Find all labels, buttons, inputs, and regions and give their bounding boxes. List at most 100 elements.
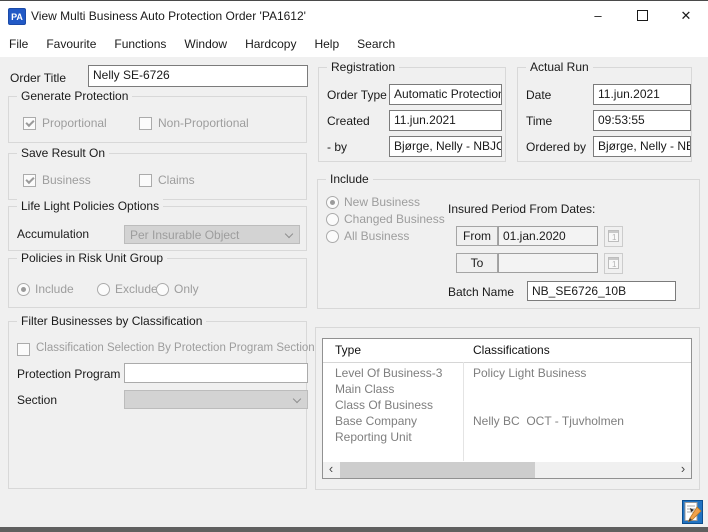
cell-classification [463,429,691,445]
classification-selection-checkbox[interactable] [17,343,30,356]
maximize-button[interactable] [620,1,664,32]
edit-note-button[interactable] [682,500,703,524]
proportional-checkbox[interactable] [23,117,36,130]
menu-item-help[interactable]: Help [305,32,348,57]
order-title-field[interactable]: Nelly SE-6726 [88,65,308,87]
actual-run-group: Actual Run Date 11.jun.2021 Time 09:53:5… [517,67,692,162]
batch-name-label: Batch Name [448,285,514,299]
only-label: Only [174,282,199,296]
section-label: Section [17,393,57,407]
include-label: Include [35,282,74,296]
cell-type: Reporting Unit [323,429,463,445]
accumulation-label: Accumulation [17,227,89,241]
horizontal-scrollbar[interactable]: ‹ › [323,462,691,478]
maximize-icon [637,10,648,21]
column-header-classifications[interactable]: Classifications [463,339,691,362]
claims-checkbox[interactable] [139,174,152,187]
include-group: Include New Business Changed Business Al… [317,179,700,309]
time-field[interactable]: 09:53:55 [593,110,691,131]
scroll-right-icon[interactable]: › [675,462,691,478]
all-business-label: All Business [344,229,409,243]
cell-type: Main Class [323,381,463,397]
business-checkbox[interactable] [23,174,36,187]
calendar-icon [608,257,619,269]
registration-group: Registration Order Type Automatic Protec… [318,67,506,162]
changed-business-radio[interactable] [326,213,339,226]
registration-title: Registration [327,60,399,74]
new-business-radio[interactable] [326,196,339,209]
risk-unit-group: Policies in Risk Unit Group Include Excl… [8,258,307,308]
include-radio[interactable] [17,283,30,296]
classification-selection-label: Classification Selection By Protection P… [36,342,315,354]
cell-classification: Policy Light Business [463,365,691,381]
to-calendar-button[interactable] [604,253,623,274]
insured-period-label: Insured Period From Dates: [448,202,595,216]
life-light-options-title: Life Light Policies Options [17,199,163,213]
section-dropdown[interactable] [124,390,308,409]
protection-program-field[interactable] [124,363,308,383]
order-type-field[interactable]: Automatic Protection [389,84,502,105]
non-proportional-label: Non-Proportional [158,116,249,130]
life-light-options-group: Life Light Policies Options Accumulation… [8,206,307,251]
created-field[interactable]: 11.jun.2021 [389,110,502,131]
menu-item-file[interactable]: File [0,32,37,57]
save-result-on-title: Save Result On [17,146,109,160]
cell-type: Base Company [323,413,463,429]
all-business-radio[interactable] [326,230,339,243]
table-row[interactable]: Level Of Business-3 Policy Light Busines… [323,365,691,381]
table-row[interactable]: Class Of Business [323,397,691,413]
title-bar[interactable]: PA View Multi Business Auto Protection O… [0,1,708,32]
from-date-field[interactable]: 01.jan.2020 [498,226,598,246]
from-calendar-button[interactable] [604,226,623,247]
menu-item-hardcopy[interactable]: Hardcopy [236,32,305,57]
only-radio[interactable] [156,283,169,296]
table-row[interactable]: Main Class [323,381,691,397]
accumulation-dropdown[interactable]: Per Insurable Object [124,225,300,244]
proportional-label: Proportional [42,116,107,130]
menu-item-search[interactable]: Search [348,32,404,57]
table-row[interactable]: Base Company Nelly BC OCT - Tjuvholmen [323,413,691,429]
table-body: Level Of Business-3 Policy Light Busines… [323,365,691,445]
close-button[interactable]: ✕ [664,1,708,32]
include-title: Include [326,172,373,186]
created-label: Created [327,114,370,128]
table-row[interactable]: Reporting Unit [323,429,691,445]
exclude-radio[interactable] [97,283,110,296]
chevron-down-icon [285,230,293,238]
from-label-box: From [456,226,498,246]
new-business-label: New Business [344,195,420,209]
cell-type: Level Of Business-3 [323,365,463,381]
generate-protection-group: Generate Protection Proportional Non-Pro… [8,96,307,143]
generate-protection-title: Generate Protection [17,89,132,103]
scrollbar-thumb[interactable] [340,462,535,478]
accumulation-value: Per Insurable Object [130,228,239,242]
cell-classification: Nelly BC OCT - Tjuvholmen [463,413,691,429]
risk-unit-title: Policies in Risk Unit Group [17,251,167,265]
filter-classification-group: Filter Businesses by Classification Clas… [8,321,307,489]
menu-item-favourite[interactable]: Favourite [37,32,105,57]
order-title-label: Order Title [10,71,66,85]
non-proportional-checkbox[interactable] [139,117,152,130]
cell-classification [463,397,691,413]
cell-type: Class Of Business [323,397,463,413]
changed-business-label: Changed Business [344,212,445,226]
filter-classification-title: Filter Businesses by Classification [17,314,206,328]
batch-name-field[interactable]: NB_SE6726_10B [527,281,676,301]
to-date-field[interactable] [498,253,598,273]
created-by-field[interactable]: Bjørge, Nelly - NBJOF [389,136,502,157]
minimize-button[interactable]: – [576,1,620,32]
window-bottom-edge[interactable] [0,527,708,532]
save-result-on-group: Save Result On Business Claims [8,153,307,200]
menu-item-functions[interactable]: Functions [105,32,175,57]
date-field[interactable]: 11.jun.2021 [593,84,691,105]
scroll-left-icon[interactable]: ‹ [323,462,339,478]
column-header-type[interactable]: Type [323,339,463,362]
business-label: Business [42,173,91,187]
menu-item-window[interactable]: Window [175,32,236,57]
ordered-by-field[interactable]: Bjørge, Nelly - NBJOF [593,136,691,157]
ordered-by-label: Ordered by [526,140,586,154]
protection-program-label: Protection Program [17,367,120,381]
actual-run-title: Actual Run [526,60,593,74]
table-header: Type Classifications [323,339,691,363]
window-title: View Multi Business Auto Protection Orde… [31,1,306,32]
